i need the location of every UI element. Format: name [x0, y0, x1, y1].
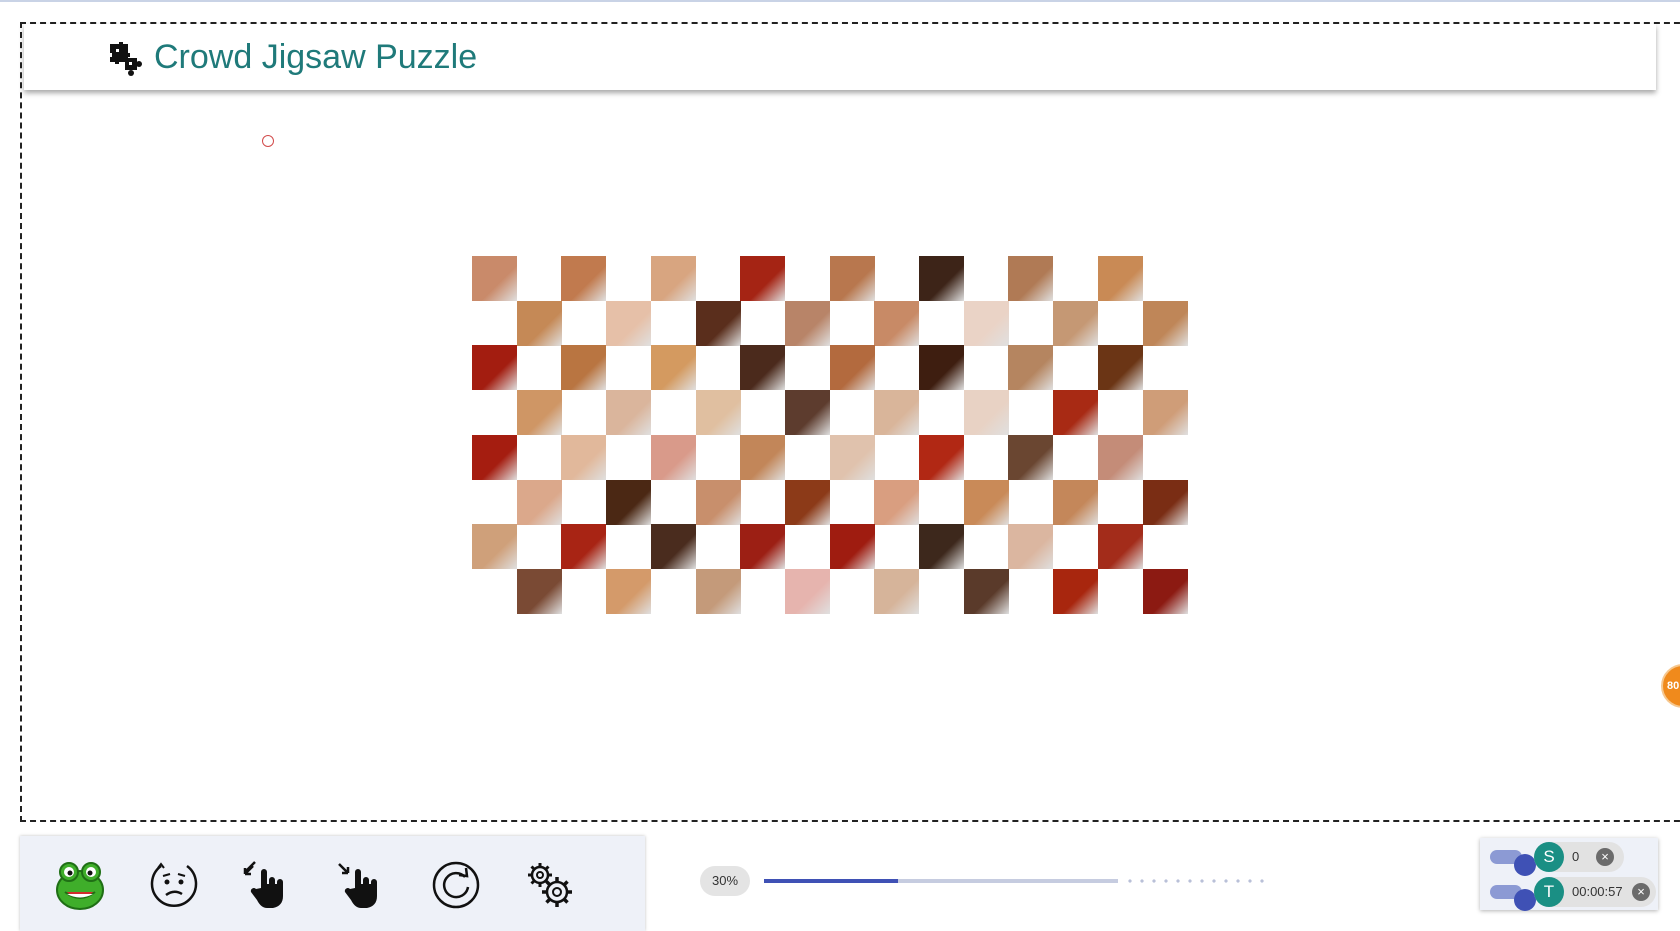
bottom-toolbar	[20, 836, 645, 931]
puzzle-piece[interactable]	[829, 524, 875, 570]
puzzle-piece[interactable]	[784, 300, 830, 346]
puzzle-piece[interactable]	[1053, 300, 1099, 346]
puzzle-piece[interactable]	[695, 568, 741, 614]
puzzle-piece[interactable]	[561, 434, 607, 480]
puzzle-piece[interactable]	[829, 345, 875, 391]
puzzle-piece[interactable]	[874, 568, 920, 614]
timer-value: 00:00:57	[1572, 884, 1623, 899]
puzzle-piece[interactable]	[1142, 390, 1188, 436]
timer-row: T 00:00:57 ×	[1486, 877, 1656, 911]
puzzle-piece[interactable]	[472, 524, 517, 570]
puzzle-piece[interactable]	[1097, 345, 1143, 391]
puzzle-piece[interactable]	[561, 524, 607, 570]
puzzle-piece[interactable]	[650, 434, 696, 480]
puzzle-piece[interactable]	[516, 300, 562, 346]
puzzle-piece[interactable]	[963, 568, 1009, 614]
puzzle-piece[interactable]	[695, 300, 741, 346]
score-chip: S 0 ×	[1534, 842, 1624, 872]
puzzle-piece[interactable]	[1008, 524, 1054, 570]
puzzle-piece[interactable]	[1008, 256, 1054, 301]
confused-face-icon[interactable]	[147, 858, 201, 912]
puzzle-piece[interactable]	[650, 256, 696, 301]
puzzle-piece[interactable]	[516, 390, 562, 436]
puzzle-pieces-icon	[106, 40, 142, 76]
puzzle-pieces-grid[interactable]	[472, 256, 1188, 614]
puzzle-piece[interactable]	[606, 568, 652, 614]
puzzle-piece[interactable]	[919, 434, 964, 480]
puzzle-piece[interactable]	[784, 390, 830, 436]
puzzle-piece[interactable]	[516, 568, 562, 614]
puzzle-piece[interactable]	[516, 479, 562, 525]
puzzle-piece[interactable]	[874, 479, 920, 525]
puzzle-piece[interactable]	[963, 300, 1009, 346]
puzzle-piece[interactable]	[695, 390, 741, 436]
gears-icon[interactable]	[523, 858, 577, 912]
hand-shrink-icon[interactable]	[335, 858, 389, 912]
puzzle-piece[interactable]	[740, 524, 786, 570]
puzzle-piece[interactable]	[472, 345, 517, 391]
top-border-line	[0, 0, 1680, 2]
puzzle-piece[interactable]	[1008, 345, 1054, 391]
frog-avatar-icon[interactable]	[53, 858, 107, 912]
progress-dotted-tail	[1124, 879, 1264, 883]
puzzle-piece[interactable]	[919, 256, 964, 301]
puzzle-piece[interactable]	[1142, 479, 1188, 525]
puzzle-piece[interactable]	[740, 434, 786, 480]
timer-toggle[interactable]	[1490, 885, 1536, 911]
puzzle-piece[interactable]	[784, 479, 830, 525]
puzzle-piece[interactable]	[1097, 434, 1143, 480]
score-toggle[interactable]	[1490, 850, 1536, 876]
puzzle-piece[interactable]	[1142, 300, 1188, 346]
puzzle-piece[interactable]	[606, 300, 652, 346]
puzzle-piece[interactable]	[740, 345, 786, 391]
puzzle-piece[interactable]	[561, 345, 607, 391]
progress-bar-fill	[764, 879, 898, 883]
score-row: S 0 ×	[1486, 842, 1656, 876]
puzzle-piece[interactable]	[963, 390, 1009, 436]
puzzle-piece[interactable]	[963, 479, 1009, 525]
puzzle-piece[interactable]	[1097, 256, 1143, 301]
puzzle-piece[interactable]	[561, 256, 607, 301]
puzzle-piece[interactable]	[1097, 524, 1143, 570]
puzzle-piece[interactable]	[919, 345, 964, 391]
close-icon[interactable]: ×	[1596, 848, 1614, 866]
puzzle-piece[interactable]	[472, 256, 517, 301]
progress-bar	[764, 879, 1118, 883]
puzzle-piece[interactable]	[874, 300, 920, 346]
puzzle-piece[interactable]	[606, 479, 652, 525]
player-cursor-marker	[262, 135, 274, 147]
puzzle-piece[interactable]	[606, 390, 652, 436]
puzzle-piece[interactable]	[650, 345, 696, 391]
puzzle-piece[interactable]	[650, 524, 696, 570]
puzzle-piece[interactable]	[1008, 434, 1054, 480]
puzzle-piece[interactable]	[1053, 568, 1099, 614]
puzzle-piece[interactable]	[919, 524, 964, 570]
puzzle-piece[interactable]	[740, 256, 786, 301]
puzzle-piece[interactable]	[1142, 568, 1188, 614]
progress-percent-badge: 30%	[700, 866, 750, 896]
app-header: Crowd Jigsaw Puzzle	[24, 24, 1656, 90]
timer-chip: T 00:00:57 ×	[1534, 877, 1656, 907]
score-avatar: S	[1534, 842, 1564, 872]
refresh-icon[interactable]	[429, 858, 483, 912]
page-title: Crowd Jigsaw Puzzle	[154, 38, 478, 76]
puzzle-piece[interactable]	[829, 256, 875, 301]
hand-expand-icon[interactable]	[241, 858, 295, 912]
puzzle-piece[interactable]	[1053, 390, 1099, 436]
puzzle-piece[interactable]	[472, 434, 517, 480]
stats-panel: S 0 × T 00:00:57 ×	[1480, 838, 1658, 911]
score-value: 0	[1572, 849, 1580, 864]
puzzle-piece[interactable]	[784, 568, 830, 614]
puzzle-piece[interactable]	[874, 390, 920, 436]
puzzle-piece[interactable]	[829, 434, 875, 480]
puzzle-piece[interactable]	[695, 479, 741, 525]
puzzle-piece[interactable]	[1053, 479, 1099, 525]
close-icon[interactable]: ×	[1632, 883, 1650, 901]
timer-avatar: T	[1534, 877, 1564, 907]
